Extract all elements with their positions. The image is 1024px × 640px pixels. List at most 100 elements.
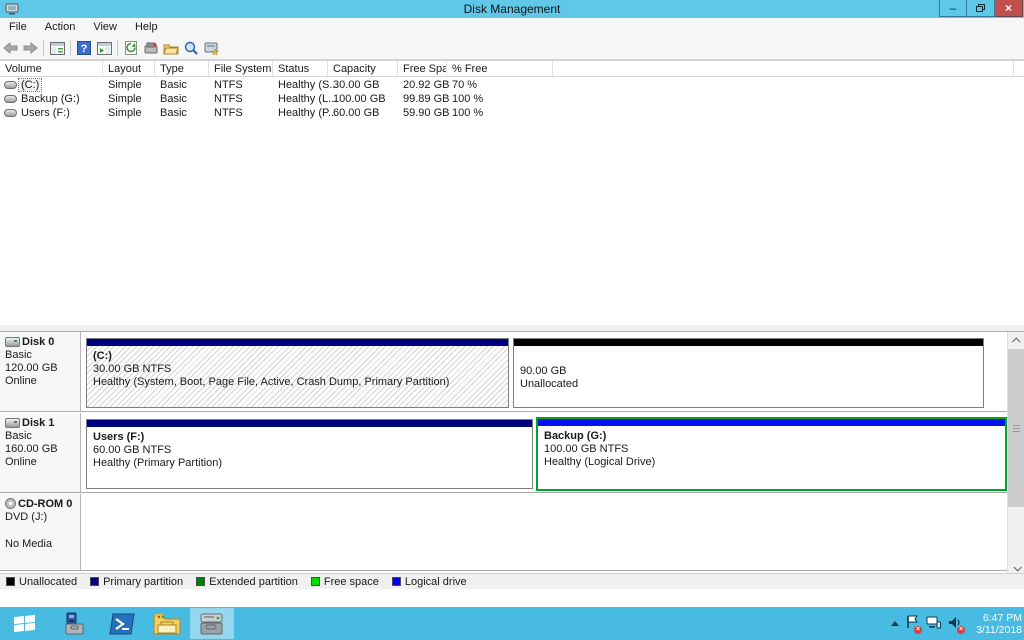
- column-header-file-system[interactable]: File System: [209, 61, 273, 77]
- column-header-free-space[interactable]: Free Spa...: [398, 61, 447, 77]
- server-manager-icon[interactable]: [52, 608, 96, 639]
- volume-icon: [4, 109, 17, 117]
- menu-action[interactable]: Action: [36, 19, 85, 36]
- partition-health: Healthy (Primary Partition): [93, 457, 532, 470]
- unallocated-swatch: [6, 577, 15, 586]
- powershell-icon[interactable]: [100, 608, 144, 639]
- cdrom-row: CD-ROM 0 DVD (J:) No Media: [0, 494, 1007, 571]
- column-header-filler: [553, 61, 1014, 77]
- volume-layout: Simple: [103, 92, 155, 106]
- zoom-icon[interactable]: [181, 39, 201, 57]
- menu-file[interactable]: File: [0, 19, 36, 36]
- volume-icon: [4, 81, 17, 89]
- legend-primary-partition: Primary partition: [90, 576, 183, 588]
- file-explorer-icon[interactable]: [145, 608, 189, 639]
- column-header-layout[interactable]: Layout: [103, 61, 155, 77]
- partition-users[interactable]: Users (F:) 60.00 GB NTFS Healthy (Primar…: [86, 419, 533, 489]
- partition-unallocated[interactable]: 90.00 GB Unallocated: [513, 338, 984, 408]
- volume-row-c[interactable]: (C:) Simple Basic NTFS Healthy (S... 30.…: [0, 78, 1024, 92]
- vertical-scrollbar[interactable]: [1007, 332, 1024, 576]
- disk-icon: [5, 418, 20, 428]
- unallocated-strip: [514, 339, 983, 346]
- column-header-pct-free[interactable]: % Free: [447, 61, 553, 77]
- back-icon[interactable]: [0, 39, 20, 57]
- open-folder-icon[interactable]: [161, 39, 181, 57]
- logical-drive-swatch: [392, 577, 401, 586]
- volume-fs: NTFS: [209, 106, 273, 120]
- column-header-capacity[interactable]: Capacity: [328, 61, 398, 77]
- scrollbar-thumb[interactable]: [1008, 349, 1024, 507]
- restore-button[interactable]: [967, 0, 995, 17]
- partition-size: 90.00 GB: [520, 365, 983, 378]
- volume-icon[interactable]: ×: [948, 616, 962, 632]
- taskbar-clock[interactable]: 6:47 PM 3/11/2018: [970, 612, 1022, 636]
- volume-type: Basic: [155, 106, 209, 120]
- svg-text:?: ?: [81, 43, 88, 55]
- volume-list-header: Volume Layout Type File System Status Ca…: [0, 60, 1024, 77]
- taskbar: × × 6:47 PM 3/11/2018: [0, 607, 1024, 640]
- network-icon[interactable]: [926, 616, 941, 632]
- legend-logical-drive: Logical drive: [392, 576, 467, 588]
- legend-label: Unallocated: [19, 576, 77, 588]
- cdrom-header[interactable]: CD-ROM 0 DVD (J:) No Media: [0, 494, 81, 570]
- legend-unallocated: Unallocated: [6, 576, 77, 588]
- disk-type: Basic: [5, 430, 77, 443]
- disk-icon: [5, 337, 20, 347]
- column-header-type[interactable]: Type: [155, 61, 209, 77]
- error-badge: ×: [914, 626, 922, 634]
- legend-label: Free space: [324, 576, 379, 588]
- disk0-header[interactable]: Disk 0 Basic 120.00 GB Online: [0, 332, 81, 411]
- graphical-view: Disk 0 Basic 120.00 GB Online (C:) 30.00…: [0, 331, 1024, 588]
- help-icon[interactable]: ?: [74, 39, 94, 57]
- volume-capacity: 30.00 GB: [328, 78, 398, 92]
- primary-partition-swatch: [90, 577, 99, 586]
- volume-row-users[interactable]: Users (F:) Simple Basic NTFS Healthy (P.…: [0, 106, 1024, 120]
- partition-health: Healthy (Logical Drive): [544, 456, 1005, 469]
- disk-management-taskbar-icon[interactable]: [190, 608, 234, 639]
- volume-pct-free: 70 %: [447, 78, 553, 92]
- show-hidden-icons-icon[interactable]: [891, 621, 899, 626]
- minimize-button[interactable]: –: [939, 0, 967, 17]
- volume-name[interactable]: (C:): [19, 79, 41, 91]
- toolbar: ?: [0, 37, 1024, 59]
- show-action-pane-icon[interactable]: [94, 39, 114, 57]
- column-header-volume[interactable]: Volume: [0, 61, 103, 77]
- volume-name[interactable]: Users (F:): [19, 107, 72, 119]
- refresh-icon[interactable]: [121, 39, 141, 57]
- disk-status: Online: [5, 375, 77, 388]
- disk-settings-icon[interactable]: [201, 39, 221, 57]
- volume-free: 59.90 GB: [398, 106, 447, 120]
- volume-capacity: 100.00 GB: [328, 92, 398, 106]
- scroll-up-icon[interactable]: [1008, 332, 1024, 349]
- volume-status: Healthy (S...: [273, 78, 328, 92]
- partition-backup[interactable]: Backup (G:) 100.00 GB NTFS Healthy (Logi…: [536, 417, 1007, 491]
- disk1-header[interactable]: Disk 1 Basic 160.00 GB Online: [0, 413, 81, 492]
- disk-type: DVD (J:): [5, 511, 77, 524]
- forward-icon[interactable]: [20, 39, 40, 57]
- disk1-row: Disk 1 Basic 160.00 GB Online Users (F:)…: [0, 413, 1007, 493]
- volume-fs: NTFS: [209, 92, 273, 106]
- volume-row-backup[interactable]: Backup (G:) Simple Basic NTFS Healthy (L…: [0, 92, 1024, 106]
- menu-help[interactable]: Help: [126, 19, 167, 36]
- toolbar-separator: [70, 40, 71, 56]
- disk-size: 120.00 GB: [5, 362, 77, 375]
- volume-free: 20.92 GB: [398, 78, 447, 92]
- window-chrome: File Action View Help ?: [0, 18, 1024, 60]
- rescan-disks-icon[interactable]: [141, 39, 161, 57]
- notification-flag-icon[interactable]: ×: [906, 615, 919, 632]
- volume-name[interactable]: Backup (G:): [19, 93, 82, 105]
- volume-fs: NTFS: [209, 78, 273, 92]
- partition-c[interactable]: (C:) 30.00 GB NTFS Healthy (System, Boot…: [86, 338, 509, 408]
- disk-management-window: Disk Management – × File Action View Hel…: [0, 0, 1024, 607]
- volume-layout: Simple: [103, 78, 155, 92]
- partition-label: Users (F:): [93, 431, 144, 443]
- volume-type: Basic: [155, 78, 209, 92]
- close-button[interactable]: ×: [995, 0, 1023, 17]
- show-console-tree-icon[interactable]: [47, 39, 67, 57]
- partition-size: 60.00 GB NTFS: [93, 444, 532, 457]
- start-button[interactable]: [0, 607, 48, 640]
- menu-view[interactable]: View: [84, 19, 126, 36]
- column-header-status[interactable]: Status: [273, 61, 328, 77]
- disk-size: 160.00 GB: [5, 443, 77, 456]
- restore-icon: [976, 4, 985, 12]
